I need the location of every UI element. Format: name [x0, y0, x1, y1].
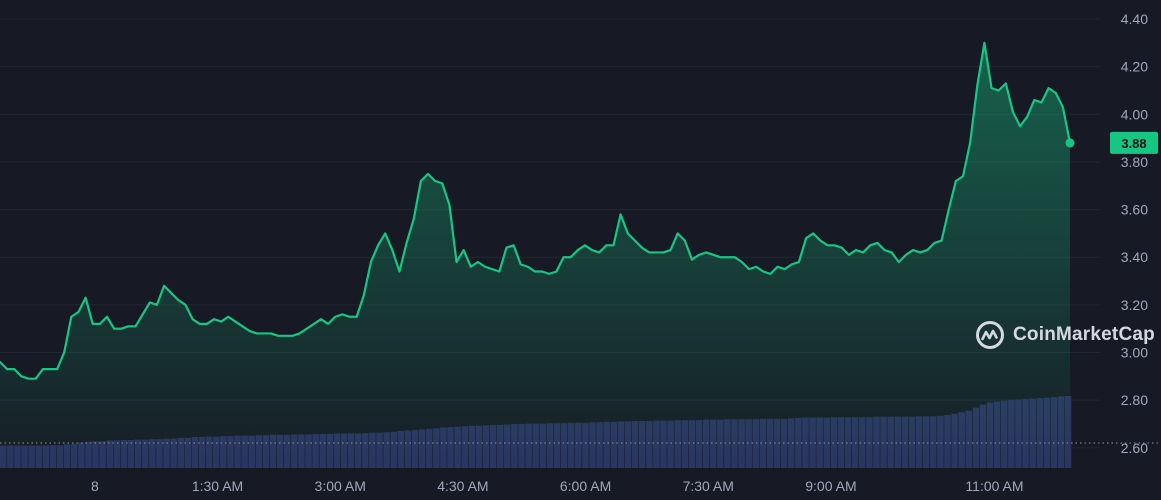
- current-price-label: 3.88: [1121, 136, 1146, 151]
- price-area: [0, 42, 1070, 469]
- last-price-dot: [1065, 138, 1075, 148]
- y-axis: 4.404.204.003.803.603.403.203.002.802.60: [1121, 11, 1148, 456]
- x-tick-label: 4:30 AM: [437, 478, 488, 494]
- y-tick-label: 3.60: [1121, 202, 1148, 218]
- x-tick-label: 6:00 AM: [560, 478, 611, 494]
- y-tick-label: 3.80: [1121, 154, 1148, 170]
- y-tick-label: 2.80: [1121, 392, 1148, 408]
- price-area-fill: [0, 42, 1070, 469]
- y-tick-label: 4.40: [1121, 11, 1148, 27]
- x-tick-label: 7:30 AM: [683, 478, 734, 494]
- coinmarketcap-logo-icon: [976, 321, 1004, 349]
- x-tick-label: 11:00 AM: [965, 478, 1023, 494]
- watermark-text: CoinMarketCap: [1013, 324, 1155, 345]
- x-axis: 8 1:30 AM 3:00 AM 4:30 AM 6:00 AM 7:30 AM 9:00…: [91, 478, 1024, 494]
- y-tick-label: 4.00: [1121, 106, 1148, 122]
- price-chart: 4.404.204.003.803.603.403.203.002.802.60…: [0, 11, 1160, 494]
- y-tick-label: 3.40: [1121, 249, 1148, 265]
- coinmarketcap-watermark: CoinMarketCap: [975, 320, 1155, 350]
- x-tick-label: 3:00 AM: [315, 478, 366, 494]
- x-tick-label: 1:30 AM: [192, 478, 243, 494]
- x-tick-label: 9:00 AM: [805, 478, 856, 494]
- y-tick-label: 3.20: [1121, 297, 1148, 313]
- y-tick-label: 4.20: [1121, 59, 1148, 75]
- x-tick-label: 8: [91, 478, 99, 494]
- y-tick-label: 2.60: [1121, 440, 1148, 456]
- current-price-marker: 3.88: [1065, 131, 1158, 154]
